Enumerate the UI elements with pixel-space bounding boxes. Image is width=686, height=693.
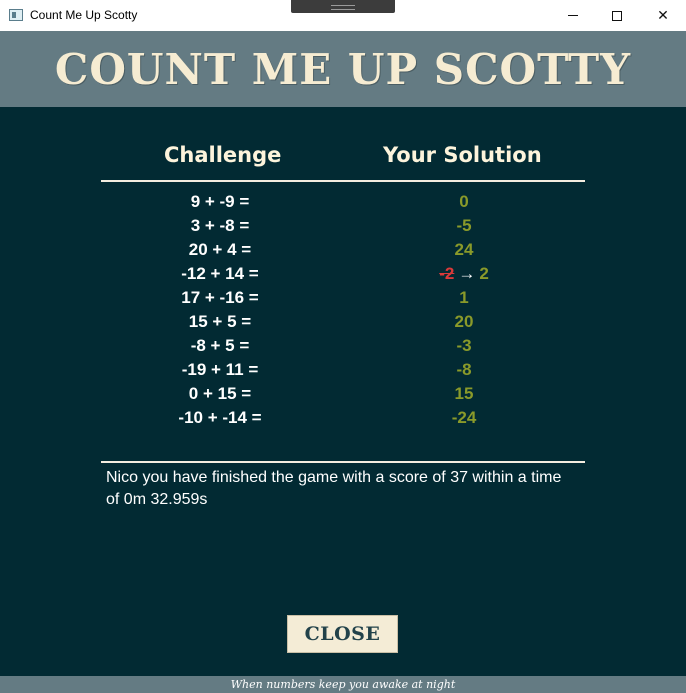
- challenge-expression: 0 + 15 =: [188, 384, 252, 403]
- solution-correction: -2 → 2: [384, 264, 544, 284]
- column-header-solution: Your Solution: [383, 143, 542, 167]
- results-table: 9 + -9 = 0 3 + -8 = -5 20 + 4 = 24 -12 +…: [0, 190, 686, 430]
- challenge-expression: 15 + 5 =: [188, 312, 252, 331]
- challenge-expression: 20 + 4 =: [188, 240, 252, 259]
- challenge-expression: -12 + 14 =: [181, 264, 259, 283]
- challenge-expression: -8 + 5 =: [190, 336, 250, 355]
- arrow-icon: →: [458, 264, 476, 283]
- window-title-bar[interactable]: Count Me Up Scotty ✕: [0, 0, 686, 32]
- table-row: 0 + 15 = 15: [0, 382, 686, 406]
- solution-value: 24: [454, 240, 474, 259]
- solution-value: 0: [459, 192, 469, 211]
- challenge-expression: 9 + -9 =: [190, 192, 250, 211]
- table-row: -12 + 14 = -2 → 2: [0, 262, 686, 286]
- close-button[interactable]: CLOSE: [287, 615, 398, 653]
- result-message: Nico you have finished the game with a s…: [106, 469, 562, 508]
- challenge-expression: -19 + 11 =: [181, 360, 259, 379]
- solution-value: -5: [456, 216, 472, 235]
- window-title: Count Me Up Scotty: [30, 8, 138, 22]
- correct-answer: 2: [479, 264, 489, 283]
- header-banner: COUNT ME UP SCOTTY: [0, 31, 686, 107]
- solution-value: 20: [454, 312, 474, 331]
- table-row: 3 + -8 = -5: [0, 214, 686, 238]
- close-icon: ✕: [657, 7, 669, 24]
- app-window-icon: [9, 9, 23, 21]
- app-title: COUNT ME UP SCOTTY: [54, 44, 632, 94]
- wrong-answer: -2: [439, 264, 455, 283]
- table-row: -19 + 11 = -8: [0, 358, 686, 382]
- challenge-expression: 17 + -16 =: [181, 288, 259, 307]
- solution-value: -3: [456, 336, 472, 355]
- header-divider: [101, 180, 585, 182]
- table-row: 9 + -9 = 0: [0, 190, 686, 214]
- table-row: -8 + 5 = -3: [0, 334, 686, 358]
- table-row: 20 + 4 = 24: [0, 238, 686, 262]
- solution-value: 15: [454, 384, 474, 403]
- maximize-icon: [612, 10, 622, 21]
- footer-bar: When numbers keep you awake at night: [0, 676, 686, 693]
- app-content: COUNT ME UP SCOTTY Challenge Your Soluti…: [0, 31, 686, 693]
- solution-value: 1: [459, 288, 469, 307]
- table-row: 17 + -16 = 1: [0, 286, 686, 310]
- table-row: -10 + -14 = -24: [0, 406, 686, 430]
- minimize-button[interactable]: [550, 0, 596, 31]
- results-divider: [101, 461, 585, 463]
- challenge-expression: 3 + -8 =: [190, 216, 250, 235]
- solution-value: -24: [451, 408, 477, 427]
- table-row: 15 + 5 = 20: [0, 310, 686, 334]
- footer-tagline: When numbers keep you awake at night: [230, 678, 456, 691]
- minimize-icon: [568, 15, 578, 16]
- maximize-button[interactable]: [594, 0, 640, 31]
- challenge-expression: -10 + -14 =: [178, 408, 262, 427]
- close-window-button[interactable]: ✕: [640, 0, 686, 31]
- solution-value: -8: [456, 360, 472, 379]
- window-drag-handle[interactable]: [291, 0, 395, 13]
- column-header-challenge: Challenge: [164, 143, 282, 167]
